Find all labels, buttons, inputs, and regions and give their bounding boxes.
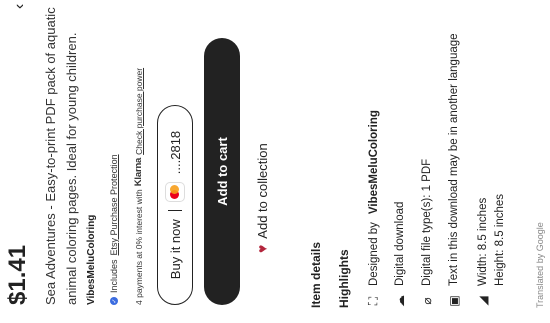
add-to-collection-button[interactable]: ♥ Add to collection: [254, 143, 270, 253]
highlight-digital-download: ☁ Digital download: [393, 202, 407, 308]
buy-it-now-button[interactable]: Buy it now ....2818: [157, 105, 193, 305]
translated-by-google: Translated by Google: [535, 222, 545, 308]
designer-name-link[interactable]: VibesMeluColoring: [368, 110, 380, 214]
collapse-chevron-icon[interactable]: ‹: [11, 4, 28, 9]
card-last4: ....2818: [167, 130, 183, 175]
klarna-text: 4 payments at 0% interest with: [133, 189, 144, 305]
shield-check-icon: ✓: [110, 297, 118, 305]
designer-icon: ⛶: [366, 296, 380, 306]
item-details-heading: Item details: [309, 241, 323, 308]
add-to-cart-button[interactable]: Add to cart: [204, 38, 240, 305]
width-text: Width: 8.5 inches: [477, 197, 489, 286]
buy-it-now-label: Buy it now: [167, 219, 183, 280]
language-note-text: Text in this download may be in another …: [448, 33, 460, 286]
height-text: Height: 8.5 inches: [494, 193, 506, 286]
listing-screen: ‹ $1.41 Sea Adventures - Easy-to-print P…: [0, 0, 550, 323]
button-divider: [168, 210, 182, 212]
protection-prefix: Includes: [109, 259, 119, 293]
add-to-collection-label: Add to collection: [254, 143, 270, 239]
heart-icon: ♥: [254, 244, 270, 253]
mastercard-icon: [165, 182, 185, 203]
highlight-width: ◢ Width: 8.5 inches: [476, 198, 490, 308]
purchase-protection: ✓ Includes Etsy Purchase Protection: [109, 154, 119, 305]
highlight-height: Height: 8.5 inches: [494, 194, 506, 286]
listing-price: $1.41: [4, 244, 31, 305]
klarna-logo: Klarna: [133, 157, 144, 187]
purchase-protection-link[interactable]: Etsy Purchase Protection: [109, 154, 119, 255]
highlight-designed-by: ⛶ Designed by VibesMeluColoring: [366, 110, 381, 308]
ruler-icon: ◢: [476, 296, 490, 306]
highlights-heading: Highlights: [337, 249, 351, 308]
klarna-payments: 4 payments at 0% interest with Klarna Ch…: [133, 68, 144, 305]
translate-icon: ▣: [447, 295, 461, 307]
file-type-text: Digital file type(s): 1 PDF: [421, 158, 433, 286]
shop-name-link[interactable]: VibesMeluColoring: [86, 215, 97, 305]
highlight-file-type: ⌀ Digital file type(s): 1 PDF: [420, 159, 434, 308]
add-to-cart-label: Add to cart: [214, 137, 230, 206]
digital-download-text: Digital download: [394, 201, 406, 286]
check-purchase-power-link[interactable]: Check purchase power: [134, 68, 144, 155]
designed-by-prefix: Designed by: [367, 222, 380, 286]
highlight-language: ▣ Text in this download may be in anothe…: [447, 33, 461, 308]
download-cloud-icon: ☁: [393, 295, 407, 307]
paperclip-icon: ⌀: [420, 297, 434, 305]
listing-description: Sea Adventures - Easy-to-print PDF pack …: [43, 7, 79, 305]
